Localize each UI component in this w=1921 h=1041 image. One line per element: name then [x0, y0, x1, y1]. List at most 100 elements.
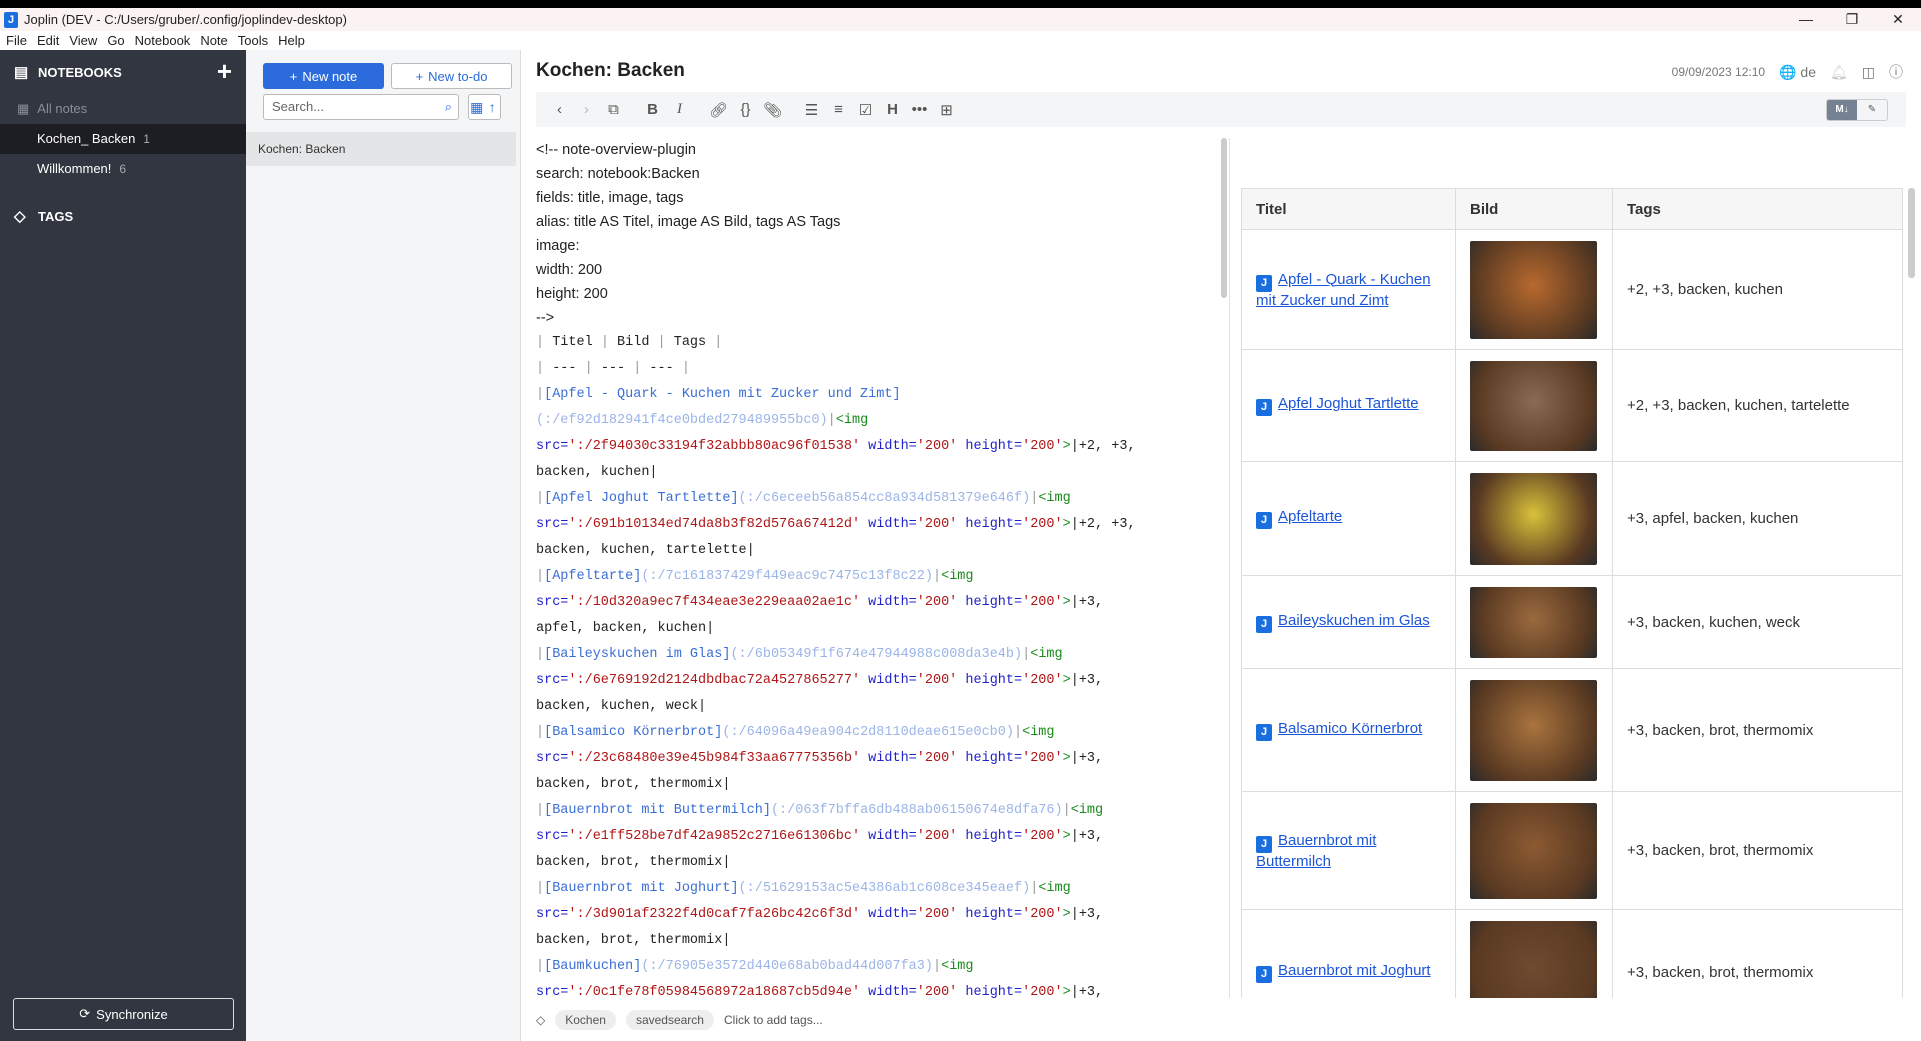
code-token: '200' — [1022, 673, 1063, 688]
note-link[interactable]: Balsamico Körnerbrot — [1278, 720, 1422, 737]
markdown-editor[interactable]: <!-- note-overview-plugin search: noteboo… — [536, 138, 1226, 998]
rich-text-toggle-icon[interactable]: ✎ — [1857, 100, 1887, 120]
cell-titel: J Bauernbrot mit Joghurt — [1241, 909, 1456, 998]
menu-tools[interactable]: Tools — [238, 31, 268, 50]
heading-icon[interactable]: H — [879, 101, 906, 118]
pane-divider[interactable] — [1229, 138, 1230, 998]
note-item-title: Kochen: Backen — [258, 142, 346, 156]
menu-view[interactable]: View — [69, 31, 97, 50]
note-link[interactable]: Bauernbrot mit Joghurt — [1278, 962, 1431, 979]
viewer-scrollbar[interactable] — [1908, 188, 1915, 278]
horizontal-rule-icon[interactable]: ••• — [906, 101, 933, 118]
language-button[interactable]: 🌐 de — [1779, 64, 1816, 81]
menu-go[interactable]: Go — [107, 31, 124, 50]
sort-direction-icon[interactable]: ↑ — [485, 95, 501, 119]
sidebar-item-notebook[interactable]: Kochen_ Backen 1 — [0, 124, 246, 154]
code-token: ':/e1ff528be7df42a9852c2716e61306bc' — [568, 829, 861, 844]
code-token: | — [1022, 647, 1031, 662]
editor-code-line: src=':/691b10134ed74da8b3f82d576a67412d'… — [536, 512, 1226, 538]
menu-file[interactable]: File — [6, 31, 27, 50]
code-token: > — [1062, 673, 1071, 688]
editor-code-line: | --- | --- | --- | — [536, 356, 1226, 382]
maximize-button[interactable]: ❐ — [1829, 8, 1875, 31]
search-input[interactable]: Search... ⌕ — [263, 94, 459, 120]
note-link[interactable]: Apfel - Quark - Kuchen mit Zucker und Zi… — [1256, 271, 1431, 309]
editor-line: alias: title AS Titel, image AS Bild, ta… — [536, 214, 841, 230]
info-icon[interactable]: ⓘ — [1889, 62, 1903, 82]
tag-pill[interactable]: savedsearch — [625, 1010, 714, 1030]
code-token: src= — [536, 673, 569, 688]
bullet-list-icon[interactable]: ☰ — [798, 101, 825, 119]
add-notebook-button[interactable]: + — [217, 56, 232, 87]
forward-icon[interactable]: › — [573, 101, 600, 118]
notebook-label: Willkommen! — [37, 161, 112, 176]
calendar-sort-icon[interactable]: ▦ — [469, 95, 485, 119]
note-link[interactable]: Bauernbrot mit Buttermilch — [1256, 832, 1376, 870]
cell-bild — [1455, 668, 1613, 792]
editor-code-line: src=':/23c68480e39e45b984f33aa67775356b'… — [536, 746, 1226, 772]
note-link[interactable]: Apfel Joghut Tartlette — [1278, 395, 1419, 412]
back-icon[interactable]: ‹ — [546, 101, 573, 118]
cell-tags: +3, backen, brot, thermomix — [1612, 909, 1903, 998]
code-token: '200' — [916, 517, 958, 532]
tag-pill[interactable]: Kochen — [555, 1010, 616, 1030]
alarm-bell-icon[interactable]: 🔔︎ — [1830, 64, 1848, 81]
code-token: height= — [957, 517, 1023, 532]
external-edit-icon[interactable]: ⧉ — [600, 101, 627, 118]
close-button[interactable]: ✕ — [1875, 8, 1921, 31]
code-token: [Baileyskuchen im Glas] — [544, 647, 731, 662]
notebook-label: Kochen_ Backen — [37, 131, 136, 146]
minimize-button[interactable]: — — [1783, 8, 1829, 31]
code-token: > — [1062, 751, 1071, 766]
note-title[interactable]: Kochen: Backen — [536, 60, 685, 82]
notebooks-header[interactable]: ▤ NOTEBOOKS — [0, 50, 246, 94]
editor-code-line: backen, kuchen, tartelette| — [536, 538, 1226, 564]
markdown-toggle-icon[interactable]: M↓ — [1827, 100, 1857, 120]
cell-bild — [1455, 349, 1613, 462]
sidebar-item-notebook[interactable]: Willkommen! 6 — [0, 154, 246, 184]
code-token: '200' — [916, 985, 958, 998]
italic-icon[interactable]: I — [666, 101, 693, 118]
menu-help[interactable]: Help — [278, 31, 305, 50]
editor-scrollbar[interactable] — [1221, 138, 1227, 298]
new-todo-button[interactable]: + New to-do — [391, 63, 512, 89]
window-title: Joplin (DEV - C:/Users/gruber/.config/jo… — [24, 12, 347, 27]
editor-toolbar: ‹ › ⧉ BI 🔗︎{} 📎︎ ☰ ≡ ☑ H ••• ⊞ M↓ ✎ — [536, 92, 1906, 127]
code-token: [Bauernbrot mit Joghurt] — [544, 881, 739, 896]
note-link[interactable]: Apfeltarte — [1278, 508, 1342, 525]
sidebar-item-all-notes[interactable]: ▦ All notes — [0, 94, 246, 124]
tags-header[interactable]: ◇ TAGS — [0, 194, 246, 238]
editor-code-line: backen, kuchen, weck| — [536, 694, 1226, 720]
note-link[interactable]: Baileyskuchen im Glas — [1278, 612, 1430, 629]
code-token: | — [1062, 803, 1071, 818]
insert-time-icon[interactable]: ⊞ — [933, 101, 960, 119]
new-note-button[interactable]: + New note — [263, 63, 384, 89]
code-token: <img — [1070, 803, 1104, 818]
bold-icon[interactable]: B — [639, 101, 666, 118]
numbered-list-icon[interactable]: ≡ — [825, 101, 852, 118]
code-token: Bild — [617, 335, 658, 350]
attach-icon[interactable]: 📎︎ — [759, 101, 786, 119]
menu-notebook[interactable]: Notebook — [135, 31, 191, 50]
recipe-image — [1470, 920, 1597, 998]
synchronize-button[interactable]: ⟳ Synchronize — [13, 998, 234, 1030]
code-token: | — [932, 569, 942, 584]
table-row: J Baileyskuchen im Glas +3, backen, kuchen… — [1241, 575, 1903, 669]
code-token: src= — [536, 751, 569, 766]
overview-table: Titel Bild Tags J Apfel - Quark - Kuchen … — [1241, 188, 1903, 998]
add-tags-link[interactable]: Click to add tags... — [724, 1013, 823, 1027]
menu-edit[interactable]: Edit — [37, 31, 59, 50]
link-icon[interactable]: 🔗︎ — [705, 101, 732, 119]
note-list-item[interactable]: Kochen: Backen — [246, 132, 516, 166]
joplin-note-icon: J — [1256, 835, 1272, 853]
menu-note[interactable]: Note — [200, 31, 227, 50]
code-token: --- — [649, 361, 682, 376]
code-token: | — [827, 413, 836, 428]
editor-line: width: 200 — [536, 262, 603, 278]
editor-code-line: | Titel | Bild | Tags | — [536, 330, 1226, 356]
layout-toggle-icon[interactable]: ◫ — [1862, 64, 1875, 81]
code-icon[interactable]: {} — [732, 101, 759, 118]
checklist-icon[interactable]: ☑ — [852, 101, 879, 119]
table-row: J Apfeltarte +3, apfel, backen, kuchen — [1241, 461, 1903, 576]
code-token: ':/2f94030c33194f32abbb80ac96f01538' — [568, 439, 861, 454]
